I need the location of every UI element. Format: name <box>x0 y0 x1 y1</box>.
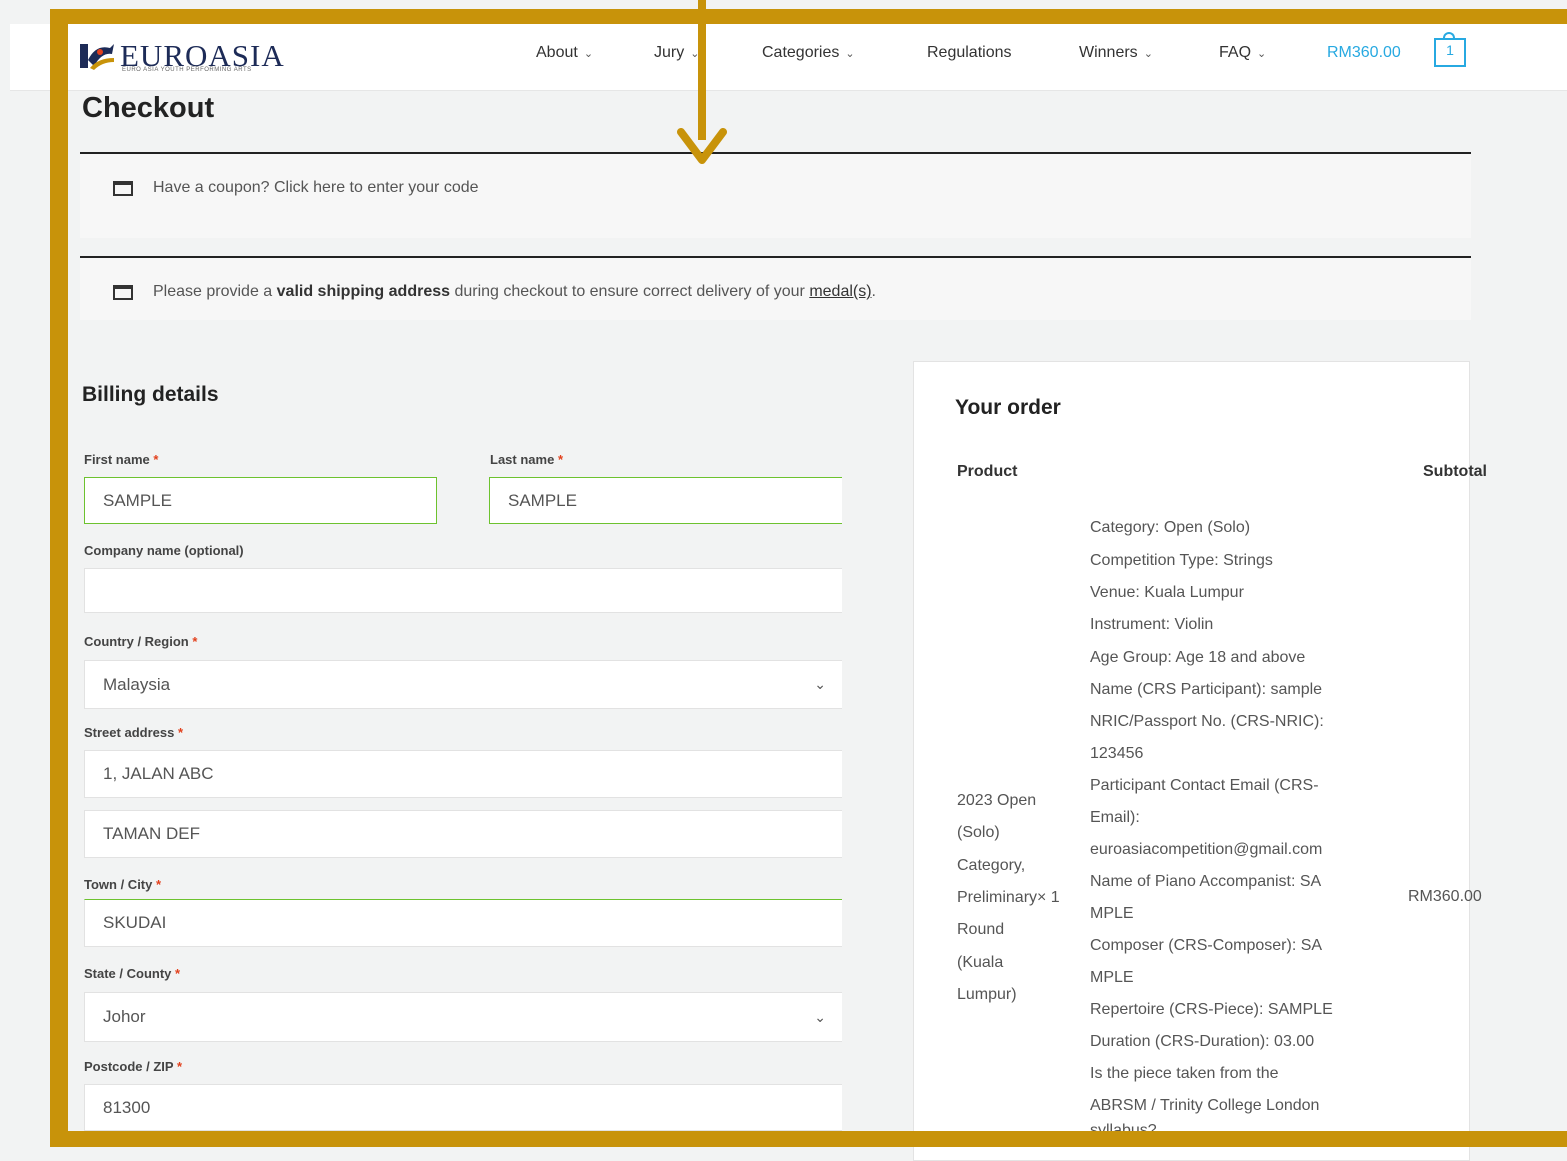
order-detail-line: Name (CRS Participant): sample <box>1090 681 1323 698</box>
logo-tagline: EURO ASIA YOUTH PERFORMING ARTS <box>122 67 252 73</box>
order-detail-line: 123456 <box>1090 745 1144 762</box>
country-select[interactable]: Malaysia ⌄ <box>84 660 842 709</box>
order-detail-line: Venue: Kuala Lumpur <box>1090 584 1244 601</box>
state-select-value: Johor <box>103 1007 146 1026</box>
order-detail-line: ABRSM / Trinity College London <box>1090 1097 1320 1114</box>
product-name-line: Preliminary× 1 <box>957 889 1060 906</box>
order-detail-line: euroasiacompetition@gmail.com <box>1090 841 1323 858</box>
order-detail-line: MPLE <box>1090 969 1134 986</box>
order-detail-line: Instrument: Violin <box>1090 616 1214 633</box>
nav-winners[interactable]: Winners ⌄ <box>1079 44 1153 62</box>
arrow-down-icon <box>677 128 727 164</box>
city-label: Town / City * <box>84 877 162 892</box>
nav-categories[interactable]: Categories ⌄ <box>762 44 855 62</box>
highlight-frame-bottom <box>50 1131 1567 1147</box>
order-detail-line: Category: Open (Solo) <box>1090 519 1251 536</box>
chevron-down-icon: ⌄ <box>1257 48 1267 60</box>
postcode-field[interactable]: 81300 <box>84 1084 842 1131</box>
cart-count: 1 <box>1446 42 1454 58</box>
nav-about[interactable]: About ⌄ <box>536 44 593 62</box>
street-address-line2-field[interactable]: TAMAN DEF <box>84 810 842 858</box>
cart-total[interactable]: RM360.00 <box>1327 44 1401 62</box>
shipping-text-bold: valid shipping address <box>276 283 451 300</box>
company-name-field[interactable] <box>84 568 842 613</box>
billing-details-heading: Billing details <box>82 383 219 406</box>
order-detail-line: Repertoire (CRS-Piece): SAMPLE <box>1090 1001 1333 1018</box>
order-detail-line: Composer (CRS-Composer): SA <box>1090 937 1323 954</box>
nav-regulations-label: Regulations <box>927 44 1012 61</box>
notice-icon <box>113 181 133 196</box>
nav-jury-label: Jury <box>654 44 685 61</box>
annotation-arrow-shaft <box>698 0 706 140</box>
nav-regulations[interactable]: Regulations <box>927 44 1012 62</box>
nav-categories-label: Categories <box>762 44 840 61</box>
state-select[interactable]: Johor ⌄ <box>84 992 842 1042</box>
city-field[interactable]: SKUDAI <box>84 899 842 947</box>
subtotal-column-header: Subtotal <box>1423 463 1487 480</box>
product-name-line: Round <box>957 921 1005 938</box>
street-address-line1-field[interactable]: 1, JALAN ABC <box>84 750 842 798</box>
chevron-down-icon: ⌄ <box>814 676 826 692</box>
order-detail-line: Duration (CRS-Duration): 03.00 <box>1090 1033 1315 1050</box>
product-name-line: Lumpur) <box>957 986 1017 1003</box>
nav-faq[interactable]: FAQ ⌄ <box>1219 44 1266 62</box>
site-logo[interactable]: EUROASIA EURO ASIA YOUTH PERFORMING ARTS <box>80 38 320 78</box>
product-name-line: 2023 Open <box>957 792 1037 809</box>
last-name-label: Last name * <box>490 452 563 467</box>
product-name-line: Category, <box>957 857 1026 874</box>
order-detail-line: NRIC/Passport No. (CRS-NRIC): <box>1090 713 1324 730</box>
line-item-subtotal: RM360.00 <box>1408 888 1482 905</box>
product-name-line: (Kuala <box>957 954 1004 971</box>
product-name-line: (Solo) <box>957 824 1000 841</box>
street-address-label: Street address * <box>84 725 184 740</box>
product-column-header: Product <box>957 463 1018 480</box>
shipping-text-pre: Please provide a <box>153 283 277 300</box>
highlight-frame-left <box>50 9 68 1147</box>
country-select-value: Malaysia <box>103 674 171 694</box>
postcode-label: Postcode / ZIP * <box>84 1059 183 1074</box>
shipping-notice-text: Please provide a valid shipping address … <box>153 283 876 301</box>
last-name-field[interactable]: SAMPLE <box>489 477 842 524</box>
shipping-text-mid: during checkout to ensure correct delive… <box>450 283 810 300</box>
order-detail-line: Email): <box>1090 809 1140 826</box>
nav-faq-label: FAQ <box>1219 44 1252 61</box>
coupon-toggle-link[interactable]: Have a coupon? Click here to enter your … <box>153 179 479 197</box>
shipping-text-end: . <box>871 283 876 300</box>
medals-link[interactable]: medal(s) <box>809 283 871 300</box>
country-label: Country / Region * <box>84 634 198 649</box>
order-detail-line: MPLE <box>1090 905 1134 922</box>
chevron-down-icon: ⌄ <box>1143 48 1153 60</box>
order-detail-line: Participant Contact Email (CRS- <box>1090 777 1319 794</box>
order-detail-line: Competition Type: Strings <box>1090 552 1273 569</box>
logo-emblem-icon <box>80 44 114 70</box>
chevron-down-icon: ⌄ <box>583 48 594 60</box>
chevron-down-icon: ⌄ <box>814 1008 826 1025</box>
highlight-frame-top <box>50 9 1567 24</box>
order-detail-line: Is the piece taken from the <box>1090 1065 1279 1082</box>
first-name-field[interactable]: SAMPLE <box>84 477 437 524</box>
nav-jury[interactable]: Jury ⌄ <box>654 44 699 62</box>
nav-about-label: About <box>536 44 578 61</box>
notice-icon <box>113 285 133 300</box>
page-title: Checkout <box>82 92 215 124</box>
chevron-down-icon: ⌄ <box>845 48 855 60</box>
state-label: State / County * <box>84 966 181 981</box>
your-order-heading: Your order <box>955 396 1061 419</box>
order-detail-line: Age Group: Age 18 and above <box>1090 649 1306 666</box>
order-detail-line: Name of Piano Accompanist: SA <box>1090 873 1322 890</box>
product-quantity: × 1 <box>1037 889 1060 906</box>
nav-winners-label: Winners <box>1079 44 1138 61</box>
first-name-label: First name * <box>84 452 159 467</box>
company-name-label: Company name (optional) <box>84 543 244 558</box>
